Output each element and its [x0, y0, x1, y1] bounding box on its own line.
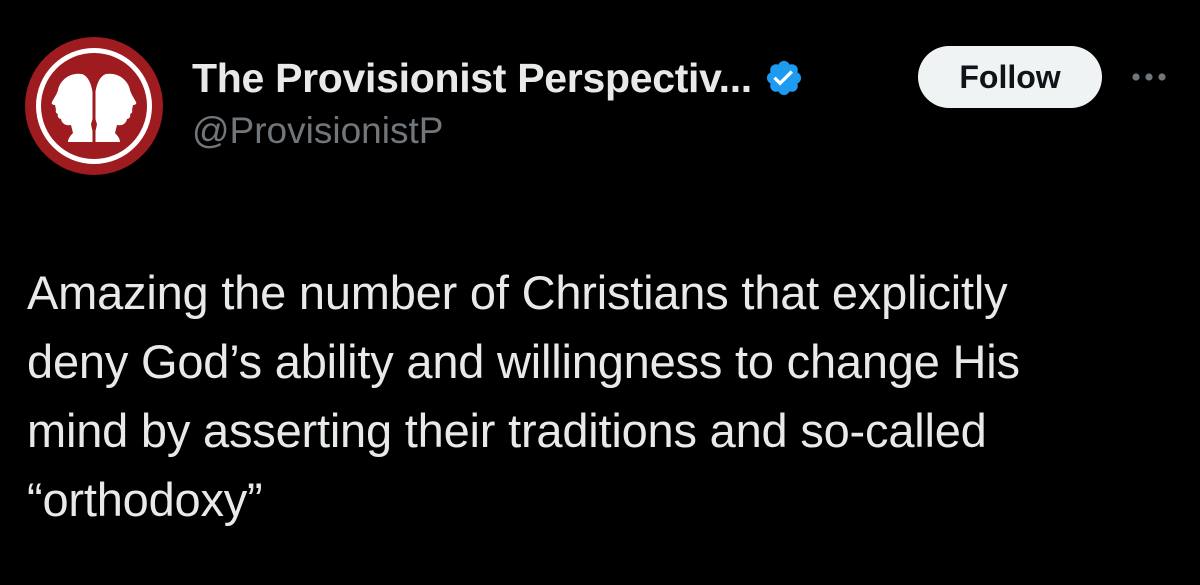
- account-handle[interactable]: @ProvisionistP: [192, 110, 443, 152]
- two-silhouette-profiles-icon: [25, 37, 163, 175]
- follow-button[interactable]: Follow: [918, 46, 1102, 108]
- display-name[interactable]: The Provisionist Perspectiv...: [192, 55, 752, 102]
- tweet-text: Amazing the number of Christians that ex…: [27, 266, 1020, 526]
- more-horizontal-icon: [1132, 73, 1166, 81]
- display-name-row[interactable]: The Provisionist Perspectiv...: [192, 52, 804, 104]
- avatar[interactable]: [24, 36, 164, 176]
- more-options-button[interactable]: [1124, 60, 1174, 94]
- verified-badge-icon[interactable]: [764, 58, 804, 98]
- tweet-card: The Provisionist Perspectiv... @Provisio…: [0, 0, 1200, 585]
